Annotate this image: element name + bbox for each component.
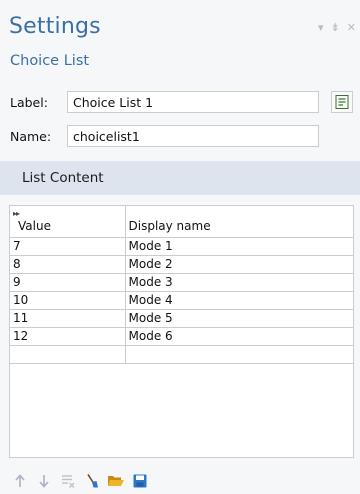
value-cell[interactable]: 11 [10, 309, 126, 328]
table-row[interactable]: 7 Mode 1 [10, 237, 353, 256]
save-to-file-button[interactable] [131, 472, 149, 490]
label-caption: Label: [10, 95, 48, 110]
pin-icon[interactable]: ⇟ [331, 22, 340, 33]
column-header-label: Display name [128, 219, 211, 233]
display-name-cell[interactable]: Mode 6 [125, 327, 353, 346]
display-name-cell[interactable]: Mode 3 [125, 273, 353, 292]
open-folder-icon [108, 476, 124, 486]
list-content-table: ▸▸ Value . Display name 7 Mode 1 8 Mode … [9, 205, 354, 458]
name-caption: Name: [10, 129, 52, 144]
column-header-label: Value [18, 219, 51, 233]
display-name-cell[interactable]: Mode 1 [125, 237, 353, 256]
column-header-display-name[interactable]: . Display name [125, 206, 353, 238]
column-header-value[interactable]: ▸▸ Value [10, 206, 126, 238]
list-content-section[interactable]: List Content [0, 161, 360, 195]
name-input[interactable] [67, 125, 319, 147]
value-cell[interactable]: 8 [10, 255, 126, 274]
window-controls: ▾ ⇟ ✕ [318, 22, 356, 33]
label-input[interactable] [67, 91, 319, 113]
edit-label-button[interactable] [331, 91, 353, 113]
display-name-cell[interactable] [125, 345, 353, 364]
list-edit-icon [335, 95, 349, 109]
move-up-button[interactable] [11, 472, 29, 490]
table-toolbar [11, 472, 149, 490]
table-row[interactable]: 10 Mode 4 [10, 291, 353, 310]
column-resize-icon: ▸▸ [13, 209, 20, 218]
value-cell[interactable]: 7 [10, 237, 126, 256]
close-icon[interactable]: ✕ [347, 22, 356, 33]
delete-list-icon [62, 475, 75, 488]
value-cell[interactable]: 10 [10, 291, 126, 310]
clear-table-button[interactable] [83, 472, 101, 490]
load-from-file-button[interactable] [107, 472, 125, 490]
delete-row-button[interactable] [59, 472, 77, 490]
save-icon [133, 474, 147, 488]
arrow-down-icon [39, 475, 49, 488]
value-cell[interactable]: 9 [10, 273, 126, 292]
move-down-button[interactable] [35, 472, 53, 490]
display-name-cell[interactable]: Mode 2 [125, 255, 353, 274]
display-name-cell[interactable]: Mode 4 [125, 291, 353, 310]
clear-table-icon [87, 474, 98, 488]
table-row[interactable]: 9 Mode 3 [10, 273, 353, 292]
node-type-subtitle: Choice List [10, 53, 90, 69]
table-header-row: ▸▸ Value . Display name [10, 206, 353, 238]
section-title: List Content [22, 170, 104, 186]
table-row[interactable]: 8 Mode 2 [10, 255, 353, 274]
table-row[interactable]: 11 Mode 5 [10, 309, 353, 328]
arrow-up-icon [15, 474, 25, 487]
table-row-empty[interactable] [10, 345, 353, 364]
table-row[interactable]: 12 Mode 6 [10, 327, 353, 346]
settings-title: Settings [9, 14, 101, 39]
menu-dropdown-icon[interactable]: ▾ [318, 22, 324, 33]
display-name-cell[interactable]: Mode 5 [125, 309, 353, 328]
value-cell[interactable] [10, 345, 126, 364]
value-cell[interactable]: 12 [10, 327, 126, 346]
